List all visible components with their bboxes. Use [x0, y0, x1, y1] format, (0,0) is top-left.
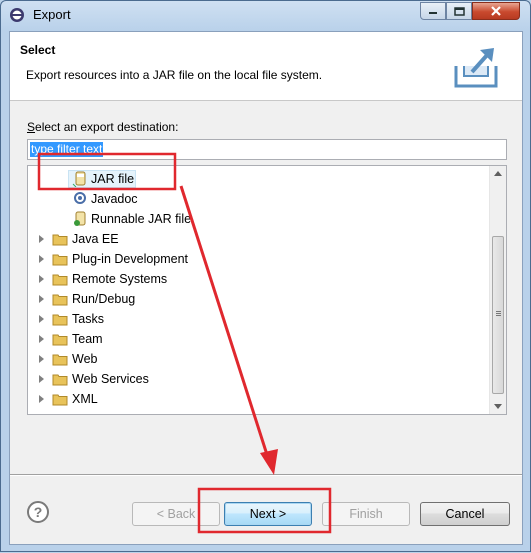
- expand-arrow-icon[interactable]: [39, 275, 44, 283]
- grip-line: [496, 311, 501, 312]
- title-bar[interactable]: Export: [1, 1, 530, 29]
- expand-arrow-icon[interactable]: [39, 355, 44, 363]
- tree-item-javadoc[interactable]: Javadoc: [28, 189, 488, 209]
- tree-item-label: Team: [72, 332, 103, 346]
- tree-item-label: Web: [72, 352, 98, 366]
- tree-item-label: Tasks: [72, 312, 104, 326]
- tree-item-web[interactable]: Web: [28, 349, 488, 369]
- finish-button[interactable]: Finish: [322, 502, 410, 526]
- expand-arrow-icon[interactable]: [39, 375, 44, 383]
- tree-item-web-services[interactable]: Web Services: [28, 369, 488, 389]
- folder-icon: [52, 294, 68, 306]
- folder-icon: [52, 374, 68, 386]
- maximize-icon: [453, 6, 465, 16]
- vertical-scrollbar[interactable]: [489, 166, 506, 414]
- folder-icon: [52, 394, 68, 406]
- tree-item-team[interactable]: Team: [28, 329, 488, 349]
- wizard-banner: Select Export resources into a JAR file …: [10, 32, 522, 101]
- expand-arrow-icon[interactable]: [39, 315, 44, 323]
- tree-item-label: Web Services: [72, 372, 149, 386]
- tree-item-run-debug[interactable]: Run/Debug: [28, 289, 488, 309]
- tree-item-label: Runnable JAR file: [91, 212, 192, 226]
- eclipse-icon: [10, 8, 24, 22]
- footer-separator: [10, 474, 522, 476]
- page-description: Export resources into a JAR file on the …: [26, 68, 323, 82]
- expand-arrow-icon[interactable]: [39, 295, 44, 303]
- tree-item-label: Remote Systems: [72, 272, 168, 286]
- expand-arrow-icon[interactable]: [39, 235, 44, 243]
- grip-line: [496, 315, 501, 316]
- filter-input[interactable]: type filter text: [27, 139, 507, 160]
- tree-item-label: Java EE: [72, 232, 119, 246]
- grip-line: [496, 313, 501, 314]
- scroll-up-arrow-icon[interactable]: [494, 171, 502, 176]
- folder-icon: [52, 234, 68, 246]
- mnemonic-s: S: [27, 120, 36, 134]
- tree-item-label: Run/Debug: [72, 292, 136, 306]
- tree-item-tasks[interactable]: Tasks: [28, 309, 488, 329]
- export-wizard-icon: [454, 48, 498, 88]
- tree-item-label: Javadoc: [91, 192, 138, 206]
- folder-icon: [52, 274, 68, 286]
- destination-label-text: elect an export destination:: [35, 120, 179, 134]
- close-button[interactable]: [472, 2, 520, 20]
- folder-icon: [52, 334, 68, 346]
- tree-item-runnable-jar[interactable]: Runnable JAR file: [28, 209, 488, 229]
- minimize-button[interactable]: [420, 2, 446, 20]
- tree-item-remote-systems[interactable]: Remote Systems: [28, 269, 488, 289]
- tree-item-xml[interactable]: XML: [28, 389, 488, 409]
- folder-icon: [52, 354, 68, 366]
- filter-text: type filter text: [30, 142, 104, 157]
- expand-arrow-icon[interactable]: [39, 335, 44, 343]
- folder-icon: [52, 314, 68, 326]
- scrollbar-thumb[interactable]: [492, 236, 504, 394]
- maximize-button[interactable]: [446, 2, 472, 20]
- export-wizard-tree[interactable]: JAR file Javadoc Runnable JAR file Java …: [27, 165, 507, 415]
- window-title: Export: [33, 7, 71, 22]
- expand-arrow-icon[interactable]: [39, 395, 44, 403]
- back-button[interactable]: < Back: [132, 502, 220, 526]
- tree-item-label: XML: [72, 392, 98, 406]
- tree-item-label: Plug-in Development: [72, 252, 189, 266]
- javadoc-icon: [74, 192, 86, 204]
- dialog-content: Select Export resources into a JAR file …: [9, 31, 523, 545]
- tree-item-java-ee[interactable]: Java EE: [28, 229, 488, 249]
- cancel-button[interactable]: Cancel: [420, 502, 510, 526]
- tree-item-jar-file[interactable]: JAR file: [28, 169, 488, 189]
- expand-arrow-icon[interactable]: [39, 255, 44, 263]
- next-button[interactable]: Next >: [224, 502, 312, 526]
- tree-item-plugin-development[interactable]: Plug-in Development: [28, 249, 488, 269]
- page-title: Select: [20, 43, 56, 57]
- export-dialog: Export Select Export resources into a JA…: [0, 0, 531, 552]
- jar-file-icon: [72, 171, 86, 187]
- tree-item-label: JAR file: [91, 172, 135, 186]
- destination-label: Select an export destination:: [27, 120, 178, 134]
- folder-icon: [52, 254, 68, 266]
- help-button[interactable]: ?: [27, 501, 49, 523]
- scroll-down-arrow-icon[interactable]: [494, 404, 502, 409]
- close-icon: [491, 6, 501, 16]
- runnable-jar-icon: [74, 211, 86, 226]
- minimize-icon: [429, 12, 437, 14]
